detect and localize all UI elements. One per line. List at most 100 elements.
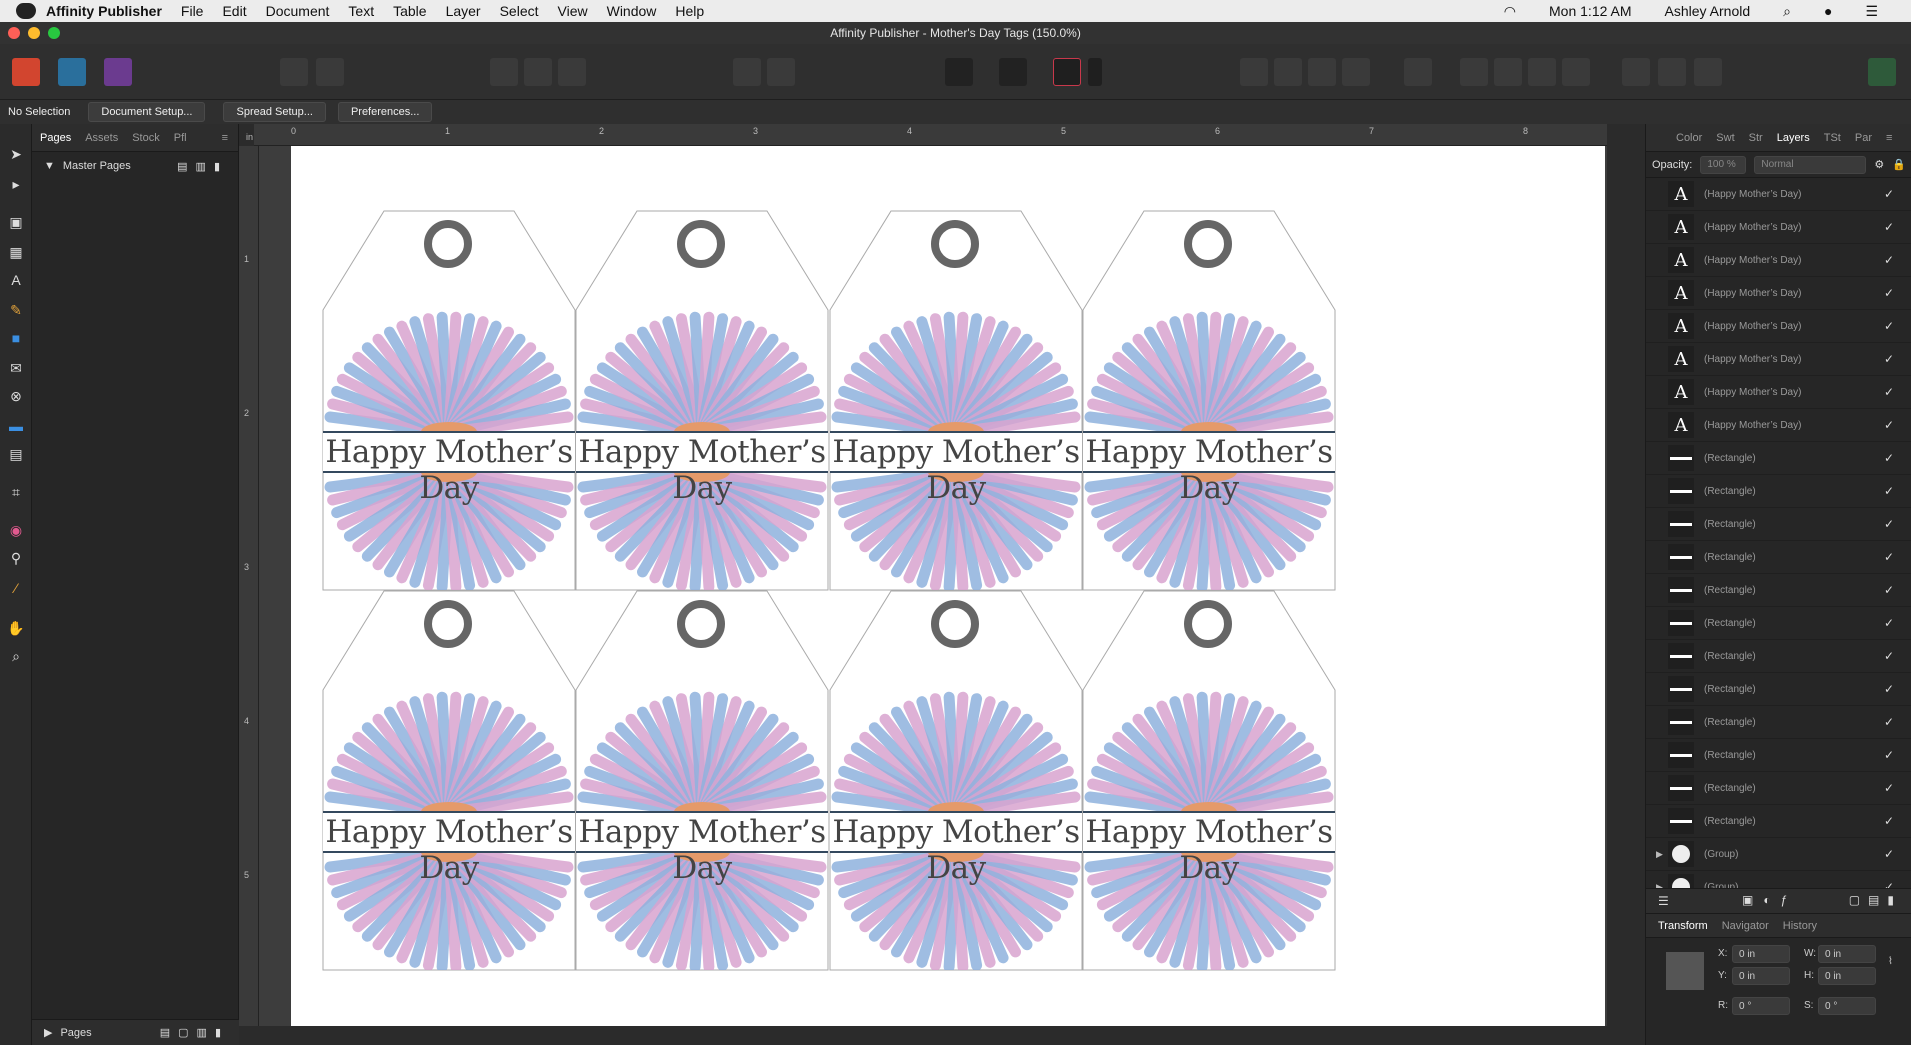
layer-effects-icon[interactable]: ▣◐ƒ xyxy=(1742,893,1797,907)
anchor-icon[interactable] xyxy=(733,58,761,86)
tag-text[interactable]: Happy Mother’s Day xyxy=(322,434,576,506)
search-icon[interactable]: ⌕ xyxy=(1783,3,1791,20)
menu-file[interactable]: File xyxy=(181,3,204,19)
visibility-checkbox[interactable]: ✓ xyxy=(1884,451,1894,465)
document-page[interactable]: Happy Mother’s Day Happy Mother’s Day Ha… xyxy=(291,146,1605,1026)
visibility-checkbox[interactable]: ✓ xyxy=(1884,649,1894,663)
layer-row[interactable]: (Rectangle) ✓ xyxy=(1646,673,1911,706)
app-menu[interactable]: Affinity Publisher xyxy=(46,3,162,19)
gift-tag[interactable]: Happy Mother’s Day xyxy=(1082,210,1336,591)
link-icon[interactable]: ⌇ xyxy=(1888,956,1893,967)
pages-header[interactable]: Pages xyxy=(60,1027,91,1039)
layer-row[interactable]: (Rectangle) ✓ xyxy=(1646,607,1911,640)
tab-color[interactable]: Color xyxy=(1676,132,1702,144)
bleed-icon[interactable] xyxy=(558,58,586,86)
boolean-add-icon[interactable] xyxy=(1622,58,1650,86)
snapping-options-icon[interactable] xyxy=(1088,58,1102,86)
visibility-checkbox[interactable]: ✓ xyxy=(1884,220,1894,234)
h-field[interactable]: 0 in xyxy=(1818,967,1876,985)
align-icon[interactable] xyxy=(1404,58,1432,86)
visibility-checkbox[interactable]: ✓ xyxy=(1884,616,1894,630)
boolean-subtract-icon[interactable] xyxy=(1658,58,1686,86)
layers-stack-icon[interactable]: ☰ xyxy=(1658,894,1669,908)
layer-row[interactable]: (Rectangle) ✓ xyxy=(1646,640,1911,673)
preview-icon[interactable] xyxy=(524,58,552,86)
text-wrap-icon[interactable] xyxy=(999,58,1027,86)
visibility-checkbox[interactable]: ✓ xyxy=(1884,484,1894,498)
minimize-window-button[interactable] xyxy=(28,27,40,39)
tab-preflight[interactable]: Pfl xyxy=(174,132,187,144)
lock-icon[interactable]: 🔒 xyxy=(1892,158,1906,171)
arrange-front-icon[interactable] xyxy=(1342,58,1370,86)
share-icon[interactable] xyxy=(316,58,344,86)
gear-icon[interactable]: ⚙ xyxy=(1874,158,1884,171)
visibility-checkbox[interactable]: ✓ xyxy=(1884,781,1894,795)
menu-text[interactable]: Text xyxy=(348,3,374,19)
layer-row[interactable]: A (Happy Mother’s Day) ✓ xyxy=(1646,310,1911,343)
tab-assets[interactable]: Assets xyxy=(85,132,118,144)
picture-frame-tool-icon[interactable]: ✉ xyxy=(6,358,26,378)
layer-row[interactable]: (Rectangle) ✓ xyxy=(1646,442,1911,475)
siri-icon[interactable]: ● xyxy=(1824,3,1832,19)
tab-history[interactable]: History xyxy=(1783,920,1817,932)
layer-row[interactable]: A (Happy Mother’s Day) ✓ xyxy=(1646,277,1911,310)
gift-tag[interactable]: Happy Mother’s Day xyxy=(829,210,1083,591)
visibility-checkbox[interactable]: ✓ xyxy=(1884,682,1894,696)
color-picker-tool-icon[interactable]: ⁄ xyxy=(6,578,26,598)
tag-text[interactable]: Happy Mother’s Day xyxy=(575,814,829,886)
spread-setup-button[interactable]: Spread Setup... xyxy=(223,102,326,122)
master-pages-header[interactable]: Master Pages xyxy=(63,160,131,172)
gift-tag[interactable]: Happy Mother’s Day xyxy=(575,210,829,591)
tab-pages[interactable]: Pages xyxy=(40,132,71,144)
apple-icon[interactable] xyxy=(16,3,36,19)
close-window-button[interactable] xyxy=(8,27,20,39)
pen-tool-icon[interactable]: ✎ xyxy=(6,300,26,320)
w-field[interactable]: 0 in xyxy=(1818,945,1876,963)
arrange-forward-icon[interactable] xyxy=(1308,58,1336,86)
document-setup-button[interactable]: Document Setup... xyxy=(88,102,206,122)
tag-text[interactable]: Happy Mother’s Day xyxy=(1082,814,1336,886)
tab-paragraph[interactable]: Par xyxy=(1855,132,1872,144)
layer-row[interactable]: A (Happy Mother’s Day) ✓ xyxy=(1646,211,1911,244)
layer-row[interactable]: (Rectangle) ✓ xyxy=(1646,574,1911,607)
vertical-ruler[interactable]: 1 2 3 4 5 xyxy=(239,146,259,1026)
panel-menu-icon[interactable]: ≡ xyxy=(222,132,228,144)
frame-icon[interactable] xyxy=(767,58,795,86)
layer-row[interactable]: A (Happy Mother’s Day) ✓ xyxy=(1646,343,1911,376)
gift-tag[interactable]: Happy Mother’s Day xyxy=(1082,590,1336,971)
zoom-tool-icon[interactable]: ⌕ xyxy=(6,646,26,666)
menu-select[interactable]: Select xyxy=(500,3,539,19)
layer-row[interactable]: ▶ (Group) ✓ xyxy=(1646,838,1911,871)
visibility-checkbox[interactable]: ✓ xyxy=(1884,319,1894,333)
menu-edit[interactable]: Edit xyxy=(222,3,246,19)
rotate-right-icon[interactable] xyxy=(1562,58,1590,86)
visibility-checkbox[interactable]: ✓ xyxy=(1884,748,1894,762)
user-name[interactable]: Ashley Arnold xyxy=(1665,3,1751,19)
designer-persona-icon[interactable] xyxy=(104,58,132,86)
tab-layers[interactable]: Layers xyxy=(1777,132,1810,144)
zoom-window-button[interactable] xyxy=(48,27,60,39)
tag-text[interactable]: Happy Mother’s Day xyxy=(829,814,1083,886)
wifi-icon[interactable]: ◠ xyxy=(1504,3,1516,20)
visibility-checkbox[interactable]: ✓ xyxy=(1884,253,1894,267)
document-canvas[interactable]: Happy Mother’s Day Happy Mother’s Day Ha… xyxy=(259,146,1607,1026)
visibility-checkbox[interactable]: ✓ xyxy=(1884,880,1894,888)
visibility-checkbox[interactable]: ✓ xyxy=(1884,814,1894,828)
expand-triangle-icon[interactable]: ▶ xyxy=(1656,849,1663,860)
expand-triangle-icon[interactable]: ▶ xyxy=(44,1026,52,1039)
tag-text[interactable]: Happy Mother’s Day xyxy=(322,814,576,886)
studio-user-icon[interactable] xyxy=(1868,58,1896,86)
crop-tool-icon[interactable]: ⌗ xyxy=(6,482,26,502)
tab-transform[interactable]: Transform xyxy=(1658,920,1708,932)
tag-text[interactable]: Happy Mother’s Day xyxy=(575,434,829,506)
visibility-checkbox[interactable]: ✓ xyxy=(1884,517,1894,531)
transparency-tool-icon[interactable]: ⚲ xyxy=(6,548,26,568)
node-tool-icon[interactable]: ▸ xyxy=(6,174,26,194)
flip-vertical-icon[interactable] xyxy=(1494,58,1522,86)
gift-tag[interactable]: Happy Mother’s Day xyxy=(829,590,1083,971)
move-tool-icon[interactable]: ➤ xyxy=(6,144,26,164)
ellipse-frame-tool-icon[interactable]: ⊗ xyxy=(6,386,26,406)
layer-row[interactable]: (Rectangle) ✓ xyxy=(1646,772,1911,805)
preferences-button[interactable]: Preferences... xyxy=(337,102,433,122)
fill-tool-icon[interactable]: ◉ xyxy=(6,520,26,540)
